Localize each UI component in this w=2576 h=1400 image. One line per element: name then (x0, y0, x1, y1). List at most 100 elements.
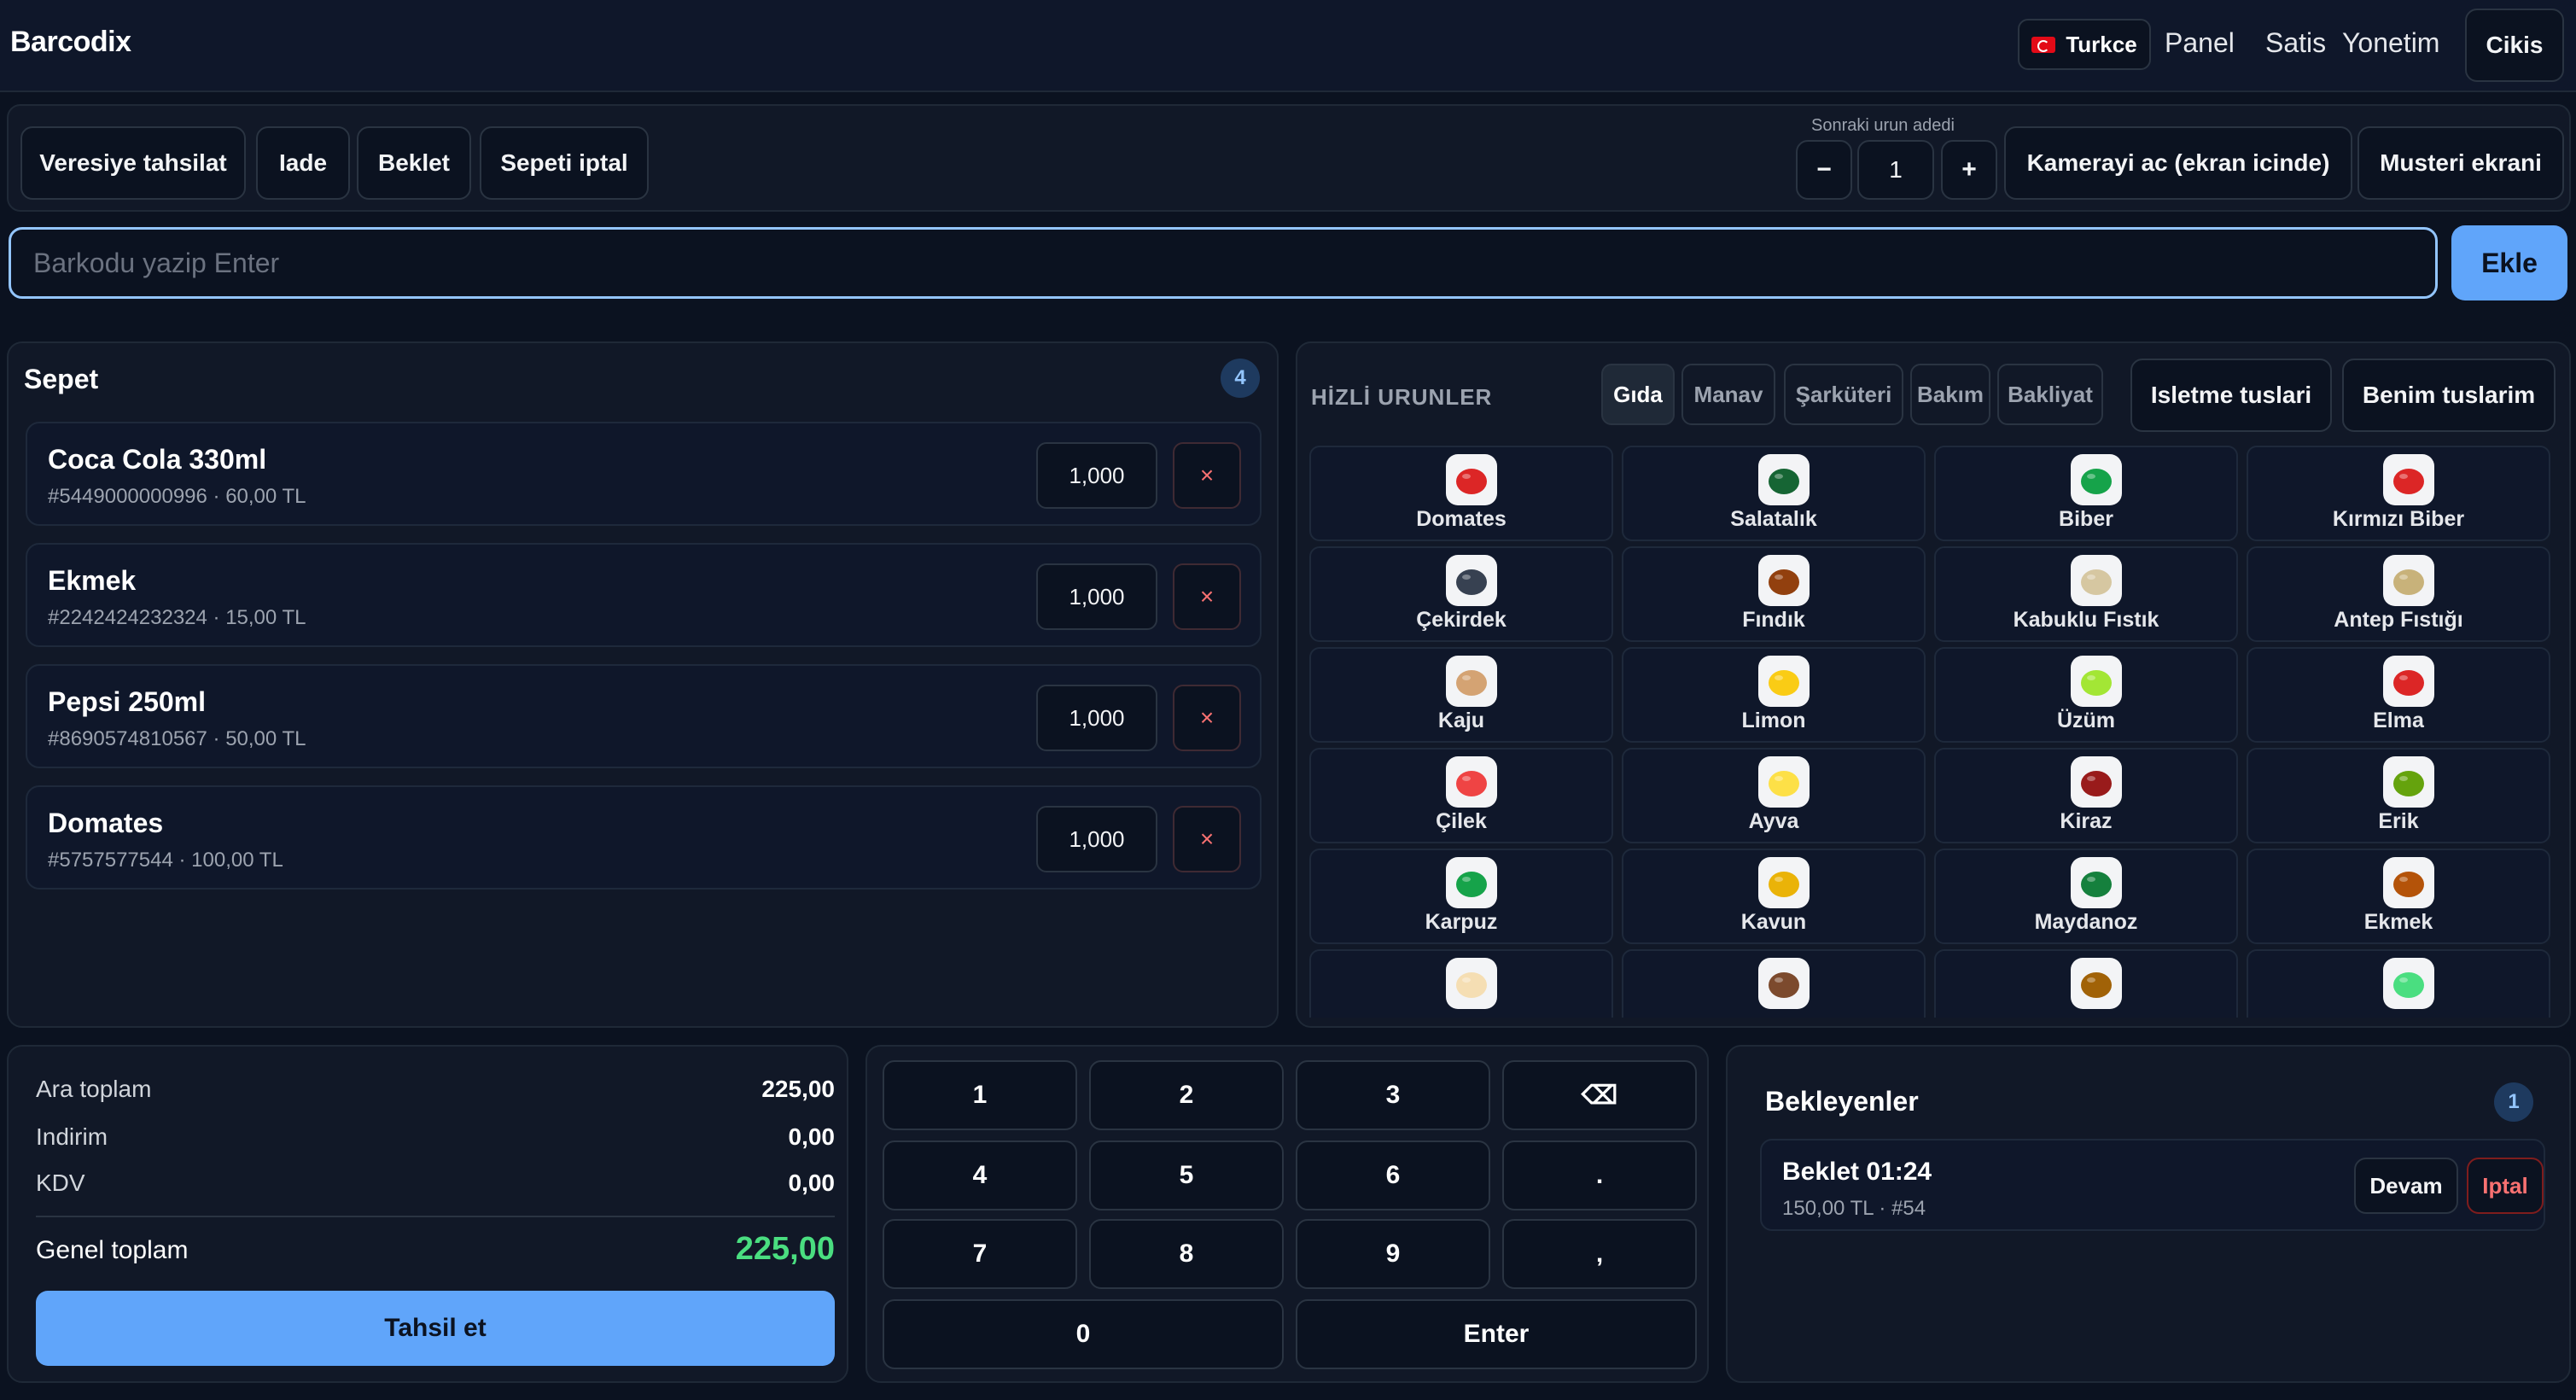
veresiye-tahsilat-button[interactable]: Veresiye tahsilat (20, 126, 246, 200)
cart-item-qty-input[interactable]: 1,000 (1036, 806, 1157, 872)
quick-product-tile[interactable]: Limon (1622, 647, 1926, 743)
cart-item-qty-input[interactable]: 1,000 (1036, 685, 1157, 751)
quick-product-tile[interactable]: Domates (1309, 446, 1613, 541)
kdv-label: KDV (36, 1170, 85, 1196)
resume-button[interactable]: Devam (2354, 1158, 2458, 1214)
category-tab[interactable]: Gıda (1601, 364, 1675, 425)
add-barcode-button[interactable]: Ekle (2451, 225, 2567, 300)
quick-product-tile[interactable]: Antep Fıstığı (2247, 546, 2550, 642)
qty-increment-button[interactable]: + (1941, 140, 1997, 200)
quick-product-tile[interactable] (1934, 949, 2238, 1018)
top-bar: Barcodix Turkce Panel Satis Yonetim Ciki… (0, 0, 2576, 92)
sepeti-iptal-button[interactable]: Sepeti iptal (480, 126, 649, 200)
enter-key[interactable]: Enter (1296, 1299, 1697, 1369)
green-pepper-icon (2071, 454, 2122, 505)
quick-products-grid: Domates Salatalık Biber Kırmızı Biber Çekird… (1309, 446, 2561, 1018)
nav-satis-link[interactable]: Satis (2265, 27, 2326, 59)
keypad-key[interactable]: 2 (1089, 1060, 1284, 1130)
waiting-item: Beklet 01:24 150,00 TL · #54 Devam Iptal (1760, 1139, 2545, 1231)
quick-product-tile[interactable]: Ayva (1622, 748, 1926, 843)
keypad-key[interactable]: 7 (883, 1219, 1077, 1289)
keypad-key[interactable]: 4 (883, 1140, 1077, 1210)
peanut-icon (2071, 555, 2122, 606)
quick-product-tile[interactable]: Çilek (1309, 748, 1613, 843)
keypad-key[interactable]: , (1502, 1219, 1697, 1289)
quick-product-tile[interactable]: Maydanoz (1934, 849, 2238, 944)
benim-tuslarim-button[interactable]: Benim tuslarim (2342, 359, 2556, 432)
next-qty-input[interactable]: 1 (1857, 140, 1934, 200)
lemon-icon (1758, 656, 1810, 707)
cart-item-qty-input[interactable]: 1,000 (1036, 442, 1157, 509)
nav-yonetim-link[interactable]: Yonetim (2342, 27, 2439, 59)
discount-value: 0,00 (788, 1123, 836, 1150)
quick-product-tile[interactable]: Salatalık (1622, 446, 1926, 541)
cancel-waiting-button[interactable]: Iptal (2467, 1158, 2544, 1214)
cart-item-name: Domates (48, 808, 164, 838)
keypad-key[interactable]: 6 (1296, 1140, 1490, 1210)
cart-item[interactable]: Pepsi 250ml #8690574810567 · 50,00 TL 1,00… (26, 664, 1262, 768)
keypad-key[interactable]: 0 (883, 1299, 1284, 1369)
beklet-button[interactable]: Beklet (357, 126, 471, 200)
keypad-key[interactable]: 5 (1089, 1140, 1284, 1210)
quick-product-label: Üzüm (2056, 709, 2116, 732)
quick-product-tile[interactable]: Kiraz (1934, 748, 2238, 843)
remove-item-button[interactable]: × (1173, 442, 1241, 509)
pay-button[interactable]: Tahsil et (36, 1291, 835, 1366)
customer-screen-button[interactable]: Musteri ekrani (2357, 126, 2564, 200)
toast-bread-icon (1446, 958, 1497, 1009)
cart-item[interactable]: Ekmek #2242424232324 · 15,00 TL 1,000 × (26, 543, 1262, 647)
keypad-key[interactable]: 1 (883, 1060, 1077, 1130)
quick-product-tile[interactable]: Erik (2247, 748, 2550, 843)
cart-item[interactable]: Coca Cola 330ml #5449000000996 · 60,00 TL… (26, 422, 1262, 526)
waiting-item-sub: 150,00 TL · #54 (1782, 1197, 1926, 1220)
nav-panel-link[interactable]: Panel (2165, 27, 2235, 59)
category-tab[interactable]: Bakliyat (1997, 364, 2103, 425)
quick-product-label: Erik (2378, 809, 2419, 833)
keypad-key[interactable]: 3 (1296, 1060, 1490, 1130)
quick-product-label: Ekmek (2363, 910, 2433, 934)
camera-button[interactable]: Kamerayi ac (ekran icinde) (2004, 126, 2352, 200)
quick-product-tile[interactable]: Üzüm (1934, 647, 2238, 743)
remove-item-button[interactable]: × (1173, 806, 1241, 872)
quick-product-tile[interactable]: Kabuklu Fıstık (1934, 546, 2238, 642)
language-selector[interactable]: Turkce (2018, 19, 2151, 70)
quick-product-tile[interactable] (1309, 949, 1613, 1018)
quick-product-tile[interactable]: Karpuz (1309, 849, 1613, 944)
quick-products-panel: HİZLİ URUNLER Isletme tuslari Benim tusl… (1296, 341, 2571, 1028)
brand-logo[interactable]: Barcodix (10, 26, 131, 59)
remove-item-button[interactable]: × (1173, 685, 1241, 751)
cart-item-barcode-price: #5757577544 · 100,00 TL (48, 849, 283, 872)
remove-item-button[interactable]: × (1173, 563, 1241, 630)
tomato-icon (1446, 454, 1497, 505)
quick-product-tile[interactable]: Biber (1934, 446, 2238, 541)
category-tab[interactable]: Bakım (1910, 364, 1990, 425)
quick-product-tile[interactable]: Ekmek (2247, 849, 2550, 944)
logout-button[interactable]: Cikis (2465, 9, 2564, 82)
cart-item-barcode-price: #5449000000996 · 60,00 TL (48, 485, 306, 508)
quick-product-label: Ayva (1748, 809, 1799, 833)
qty-decrement-button[interactable]: − (1796, 140, 1852, 200)
cart-item-qty-input[interactable]: 1,000 (1036, 563, 1157, 630)
quick-product-tile[interactable]: Çekirdek (1309, 546, 1613, 642)
quick-product-tile[interactable]: Kaju (1309, 647, 1613, 743)
quick-product-tile[interactable] (2247, 949, 2550, 1018)
keypad-key[interactable]: 9 (1296, 1219, 1490, 1289)
quick-product-label: Limon (1741, 709, 1806, 732)
quick-product-tile[interactable]: Kavun (1622, 849, 1926, 944)
category-tab[interactable]: Şarküteri (1784, 364, 1903, 425)
quick-product-label: Çekirdek (1416, 608, 1507, 632)
barcode-search-input[interactable] (9, 227, 2438, 299)
category-tab[interactable]: Manav (1681, 364, 1775, 425)
discount-label: Indirim (36, 1123, 108, 1150)
isletme-tuslari-button[interactable]: Isletme tuslari (2130, 359, 2332, 432)
quick-product-tile[interactable]: Elma (2247, 647, 2550, 743)
cart-item[interactable]: Domates #5757577544 · 100,00 TL 1,000 × (26, 785, 1262, 890)
keypad-key[interactable]: 8 (1089, 1219, 1284, 1289)
quick-product-tile[interactable]: Fındık (1622, 546, 1926, 642)
quick-product-tile[interactable]: Kırmızı Biber (2247, 446, 2550, 541)
iade-button[interactable]: Iade (256, 126, 350, 200)
quick-product-tile[interactable] (1622, 949, 1926, 1018)
backspace-key[interactable]: ⌫ (1502, 1060, 1697, 1130)
keypad-key[interactable]: . (1502, 1140, 1697, 1210)
cart-item-name: Pepsi 250ml (48, 686, 206, 717)
